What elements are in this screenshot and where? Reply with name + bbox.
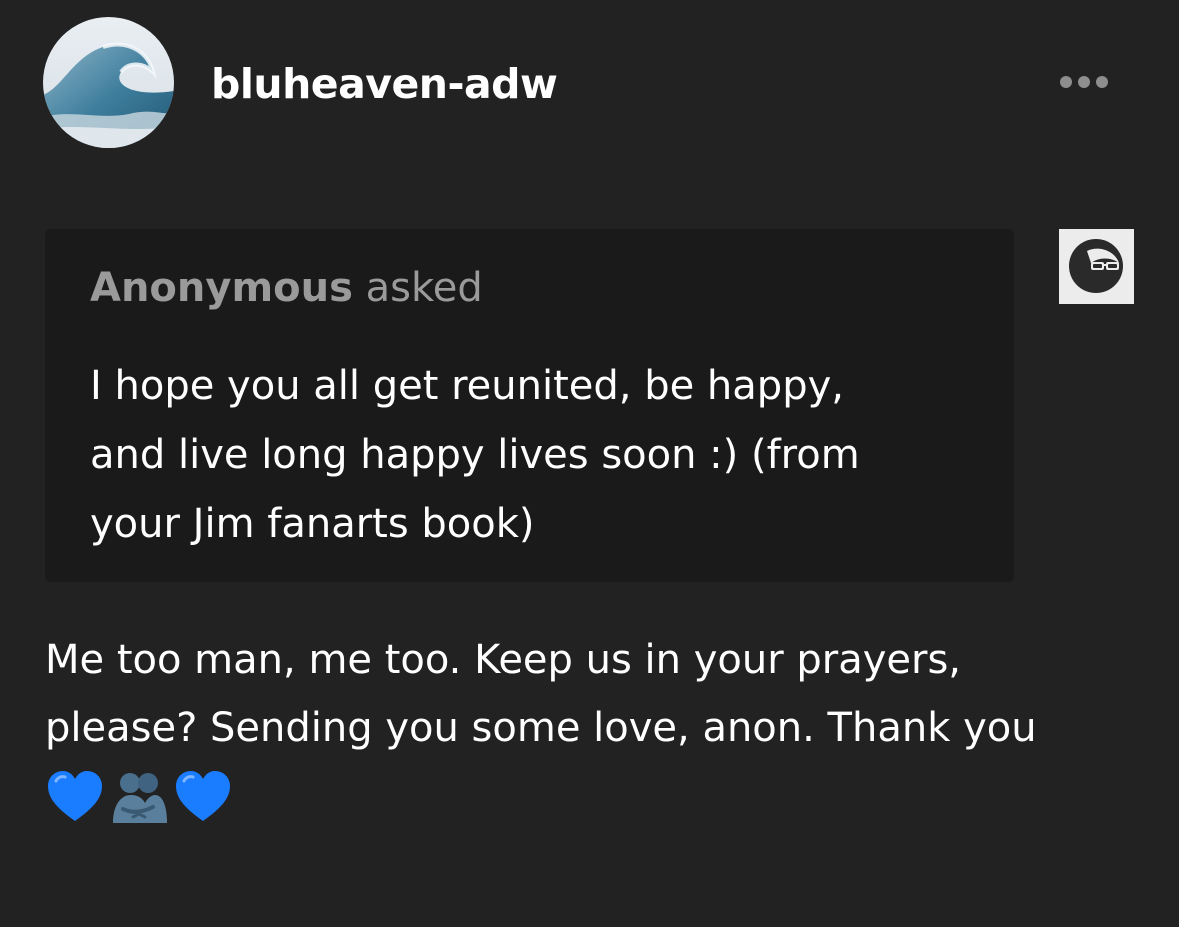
asked-label: asked: [365, 265, 483, 311]
question-line: your Jim fanarts book): [90, 501, 535, 547]
asker-name: Anonymous: [90, 265, 353, 311]
asker-avatar: [1059, 229, 1134, 304]
question-line: I hope you all get reunited, be happy,: [90, 363, 844, 409]
more-options-button[interactable]: [1048, 66, 1120, 98]
blog-avatar[interactable]: [43, 17, 174, 148]
sunglasses-anon-avatar-icon: [1059, 229, 1134, 304]
emoji-row: [45, 767, 233, 827]
ellipsis-icon: [1078, 76, 1090, 88]
question-text: I hope you all get reunited, be happy, a…: [90, 352, 970, 559]
ellipsis-icon: [1096, 76, 1108, 88]
ellipsis-icon: [1060, 76, 1072, 88]
people-hugging-icon: [113, 773, 167, 823]
answer-line: please? Sending you some love, anon. Tha…: [45, 705, 1037, 751]
wave-avatar-icon: [43, 17, 174, 148]
asker-line: Anonymous asked: [90, 262, 483, 314]
answer-line: Me too man, me too. Keep us in your pray…: [45, 637, 962, 683]
blog-username[interactable]: bluheaven-adw: [211, 58, 558, 110]
post-container: bluheaven-adw Anonymous asked I hope you…: [0, 0, 1179, 927]
blue-heart-icon: [48, 771, 102, 821]
question-line: and live long happy lives soon :) (from: [90, 432, 860, 478]
answer-text: Me too man, me too. Keep us in your pray…: [45, 626, 1165, 762]
blue-heart-icon: [176, 771, 230, 821]
